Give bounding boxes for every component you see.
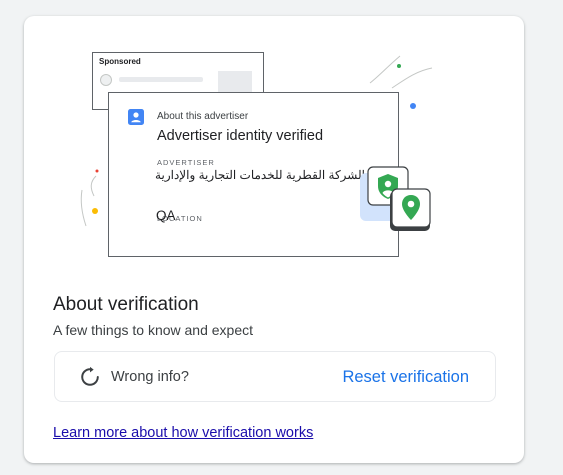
about-advertiser-card: About this advertiser Advertiser identit… <box>108 92 399 257</box>
placeholder-line <box>119 77 203 82</box>
section-subtitle: A few things to know and expect <box>53 322 254 338</box>
location-value: QA <box>156 208 176 223</box>
reset-icon <box>81 366 99 386</box>
section-title: About verification <box>53 294 199 315</box>
about-advertiser-label: About this advertiser <box>157 111 249 122</box>
reset-verification-button[interactable]: Reset verification <box>342 368 469 387</box>
learn-more-link[interactable]: Learn more about how verification works <box>53 425 313 441</box>
advertiser-name: الشركة القطرية للخدمات التجارية والإداري… <box>155 168 365 182</box>
location-pin-icon <box>390 188 431 231</box>
wrong-info-panel: Wrong info? Reset verification <box>54 351 496 402</box>
verification-card: Sponsored About this advertiser Advertis… <box>24 16 524 463</box>
advertiser-illustration: Sponsored About this advertiser Advertis… <box>24 16 524 286</box>
wrong-info-label: Wrong info? <box>111 369 189 385</box>
avatar <box>100 74 112 86</box>
person-icon <box>128 109 144 125</box>
advertiser-label: ADVERTISER <box>157 158 215 167</box>
verified-title: Advertiser identity verified <box>157 128 324 144</box>
sponsored-label: Sponsored <box>99 57 141 66</box>
